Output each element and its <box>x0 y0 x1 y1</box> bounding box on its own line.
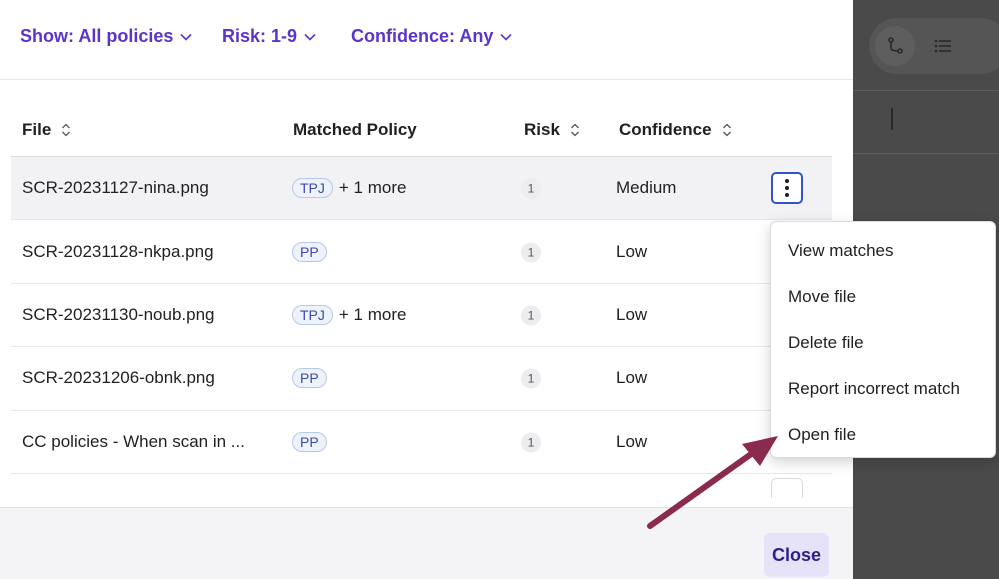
table-row[interactable]: CC policies - When scan in ... PP 1 Low <box>11 411 832 474</box>
file-column-header[interactable]: File <box>22 120 71 140</box>
sort-icon <box>722 123 731 137</box>
policy-tag: PP <box>292 241 327 262</box>
risk-cell: 1 <box>521 178 541 199</box>
policy-tag: TPJ <box>292 178 333 199</box>
policy-column-header: Matched Policy <box>293 120 417 140</box>
policy-tag: PP <box>292 368 327 389</box>
risk-header-label: Risk <box>524 120 560 139</box>
risk-cell: 1 <box>521 241 541 263</box>
row-actions-button[interactable] <box>771 172 803 205</box>
confidence-value: Low <box>616 241 648 261</box>
risk-filter-dropdown[interactable]: Risk: 1-9 <box>222 26 316 47</box>
file-header-label: File <box>22 120 52 139</box>
file-name: SCR-20231128-nkpa.png <box>22 241 214 261</box>
more-policies: + 1 more <box>338 304 407 324</box>
table-row[interactable]: SCR-20231130-noub.png TPJ + 1 more 1 Low <box>11 284 832 348</box>
table-header: File Matched Policy Risk Confidence <box>11 98 832 157</box>
table-row[interactable]: SCR-20231206-obnk.png PP 1 Low <box>11 347 832 411</box>
policy-tag: PP <box>292 431 327 452</box>
table-row[interactable] <box>11 474 832 498</box>
table-row[interactable]: SCR-20231128-nkpa.png PP 1 Low <box>11 220 832 284</box>
matches-panel: Show: All policies Risk: 1-9 Confidence:… <box>0 0 853 579</box>
confidence-value: Low <box>616 304 648 324</box>
show-filter-label: Show: All policies <box>20 26 174 46</box>
kebab-menu-icon <box>785 179 789 184</box>
confidence-value: Low <box>616 368 648 388</box>
risk-badge: 1 <box>521 305 541 326</box>
policy-cell: PP <box>292 431 327 452</box>
risk-badge: 1 <box>521 432 541 453</box>
risk-cell: 1 <box>521 368 541 389</box>
kebab-menu-icon <box>785 193 789 198</box>
policy-header-label: Matched Policy <box>293 120 417 139</box>
policy-cell: PP <box>292 368 327 389</box>
chevron-down-icon <box>500 33 512 41</box>
risk-column-header[interactable]: Risk <box>524 120 580 140</box>
confidence-value: Low <box>616 431 648 451</box>
file-name: SCR-20231130-noub.png <box>22 304 215 324</box>
branch-icon <box>888 37 903 54</box>
menu-item-open-file[interactable]: Open file <box>771 412 995 458</box>
show-filter-dropdown[interactable]: Show: All policies <box>20 26 192 47</box>
confidence-filter-label: Confidence: Any <box>351 26 494 46</box>
chevron-down-icon <box>304 33 316 41</box>
menu-item-view-matches[interactable]: View matches <box>771 228 995 274</box>
panel-footer: Close <box>0 507 853 579</box>
row-actions-button[interactable] <box>771 477 803 498</box>
confidence-value: Medium <box>616 178 677 198</box>
menu-item-move-file[interactable]: Move file <box>771 274 995 320</box>
file-name: SCR-20231206-obnk.png <box>22 368 215 388</box>
risk-cell: 1 <box>521 304 541 326</box>
file-name: CC policies - When scan in ... <box>22 431 245 451</box>
policy-cell: PP <box>292 241 327 262</box>
filter-bar: Show: All policies Risk: 1-9 Confidence:… <box>0 0 853 80</box>
text-cursor <box>891 108 893 130</box>
policy-tag: TPJ <box>292 304 333 325</box>
policy-cell: TPJ + 1 more <box>292 304 407 325</box>
more-policies: + 1 more <box>338 178 407 198</box>
risk-badge: 1 <box>521 178 541 199</box>
sort-icon <box>570 123 579 137</box>
risk-cell: 1 <box>521 431 541 453</box>
confidence-filter-dropdown[interactable]: Confidence: Any <box>351 26 512 47</box>
matches-table: File Matched Policy Risk Confidence SCR-… <box>11 98 832 498</box>
risk-badge: 1 <box>521 242 541 263</box>
risk-filter-label: Risk: 1-9 <box>222 26 298 46</box>
chevron-down-icon <box>180 33 192 41</box>
list-icon[interactable] <box>933 36 953 56</box>
divider <box>853 153 999 154</box>
policy-cell: TPJ + 1 more <box>292 178 407 199</box>
row-actions-menu: View matches Move file Delete file Repor… <box>770 221 996 458</box>
file-name: SCR-20231127-nina.png <box>22 178 209 198</box>
confidence-header-label: Confidence <box>619 120 712 139</box>
menu-item-report-incorrect-match[interactable]: Report incorrect match <box>771 366 995 412</box>
confidence-column-header[interactable]: Confidence <box>619 120 732 140</box>
menu-item-delete-file[interactable]: Delete file <box>771 320 995 366</box>
risk-badge: 1 <box>521 368 541 389</box>
table-row[interactable]: SCR-20231127-nina.png TPJ + 1 more 1 Med… <box>11 157 832 221</box>
sort-icon <box>62 123 71 137</box>
close-button[interactable]: Close <box>764 533 829 577</box>
divider <box>853 90 999 91</box>
kebab-menu-icon <box>785 186 789 191</box>
